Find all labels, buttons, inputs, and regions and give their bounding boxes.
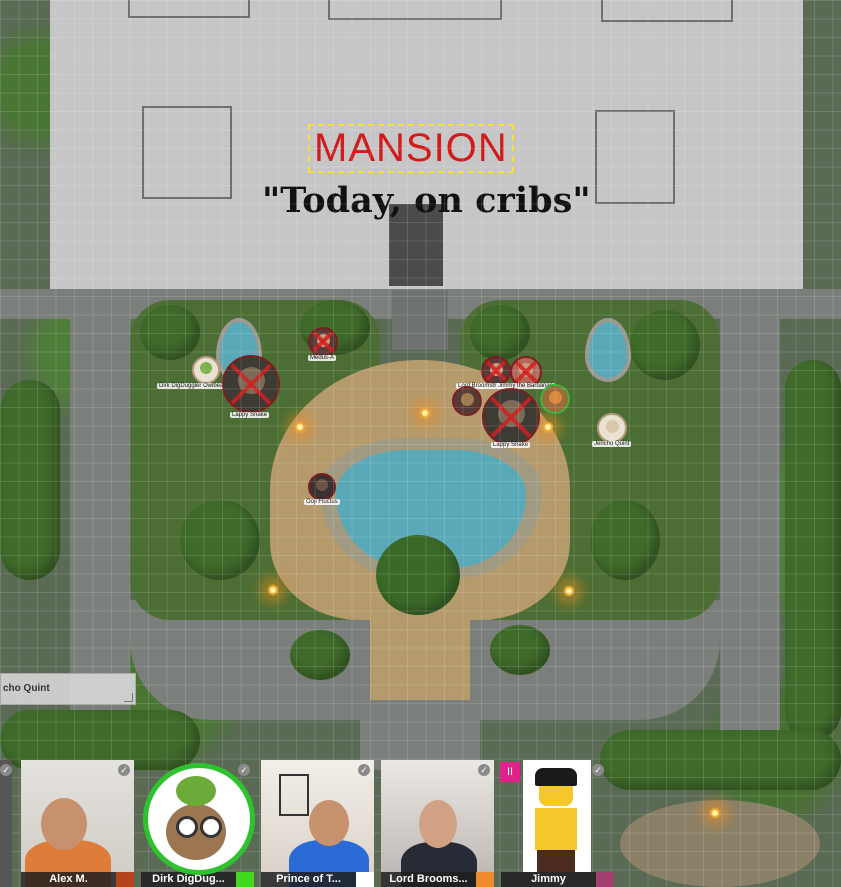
lego-hair [535,768,577,786]
player-color-swatch[interactable] [236,872,254,887]
room-outline [128,0,250,18]
tree-line [0,380,60,580]
token-dirk[interactable] [192,356,220,384]
avatar[interactable] [143,763,255,875]
player-color-swatch[interactable] [596,872,614,887]
player-color-swatch[interactable] [116,872,134,887]
token-label: Lappy Snake [230,412,270,418]
stairs [392,290,448,350]
dead-marker-icon [484,390,538,444]
check-icon[interactable]: ✓ [0,764,12,776]
battle-map[interactable]: MANSION "Today, on cribs" Dirk DigDuggle… [0,0,841,887]
token-portrait [548,390,562,404]
tree-line [600,730,841,790]
token-label: Ooji Fluctus [304,499,340,505]
token-label: Jericho Quint [592,441,632,447]
participant-name: Prince of T... [261,872,356,887]
resize-handle-icon[interactable] [124,693,133,702]
chat-panel[interactable]: cho Quint [0,673,136,705]
tree-line [785,360,841,740]
token-medusa[interactable] [308,327,338,357]
bush [140,305,200,360]
token-portrait [316,479,328,492]
lego-legs [537,850,575,872]
room-outline [142,106,232,199]
torch-light [293,420,307,434]
bush [290,630,350,680]
map-subtitle-text[interactable]: "Today, on cribs" [262,180,591,221]
dead-marker-icon [483,358,509,384]
token-portrait [200,362,212,375]
map-title-text[interactable]: MANSION [308,124,514,173]
dead-marker-icon [224,357,278,411]
wall-frame [279,774,309,816]
bush [630,310,700,380]
token-portrait [460,392,474,406]
video-tile-alex[interactable]: ✓ Alex M. [21,760,134,887]
video-tile-lord-broomsby[interactable]: ✓ Lord Brooms... [381,760,494,887]
participant-name: Dirk DigDug... [141,872,236,887]
owl-eye [200,816,222,838]
room-outline [595,110,675,204]
token-jericho-quint[interactable] [597,413,627,443]
dead-marker-icon [310,329,336,355]
stone-path [720,300,780,760]
lego-torso [535,808,577,850]
island-tree [376,535,460,615]
token-lappy-snake[interactable] [222,355,280,413]
token-lord-broomsby[interactable] [481,356,511,386]
room-outline [328,0,502,20]
person-head [419,800,457,848]
person-head [41,798,87,850]
participant-name: Lord Brooms... [381,872,476,887]
token-portrait [605,419,619,433]
token-creature[interactable] [540,384,570,414]
token-owl[interactable] [452,386,482,416]
check-icon[interactable]: ✓ [238,764,250,776]
pause-icon[interactable]: II [500,762,520,782]
video-tile-partial[interactable]: ✓ [0,760,12,887]
bush [590,500,660,580]
token-lappy-snake[interactable] [482,388,540,446]
video-tile-prince[interactable]: ✓ Prince of T... [261,760,374,887]
torch-light [562,584,576,598]
token-label: Lappy Snake [491,442,531,448]
room-outline [601,0,733,22]
player-color-swatch[interactable] [476,872,494,887]
player-color-swatch[interactable] [356,872,374,887]
torch-light [541,420,555,434]
torch-light [418,406,432,420]
chat-text: cho Quint [3,683,50,694]
person-head [309,800,349,846]
check-icon[interactable]: ✓ [118,764,130,776]
participant-name: Alex M. [21,872,116,887]
owl-eye [176,816,198,838]
token-ooji-fluctus[interactable] [308,473,336,501]
token-label: Medus-A [308,355,337,361]
stone-path [360,690,480,770]
bush [490,625,550,675]
bush [470,305,530,360]
check-icon[interactable]: ✓ [592,764,604,776]
bush [180,500,260,580]
torch-light [266,583,280,597]
torch-light [708,806,722,820]
goblin-rider [176,776,216,806]
dead-marker-icon [512,358,540,386]
check-icon[interactable]: ✓ [478,764,490,776]
check-icon[interactable]: ✓ [358,764,370,776]
participant-name: Jimmy [501,872,596,887]
